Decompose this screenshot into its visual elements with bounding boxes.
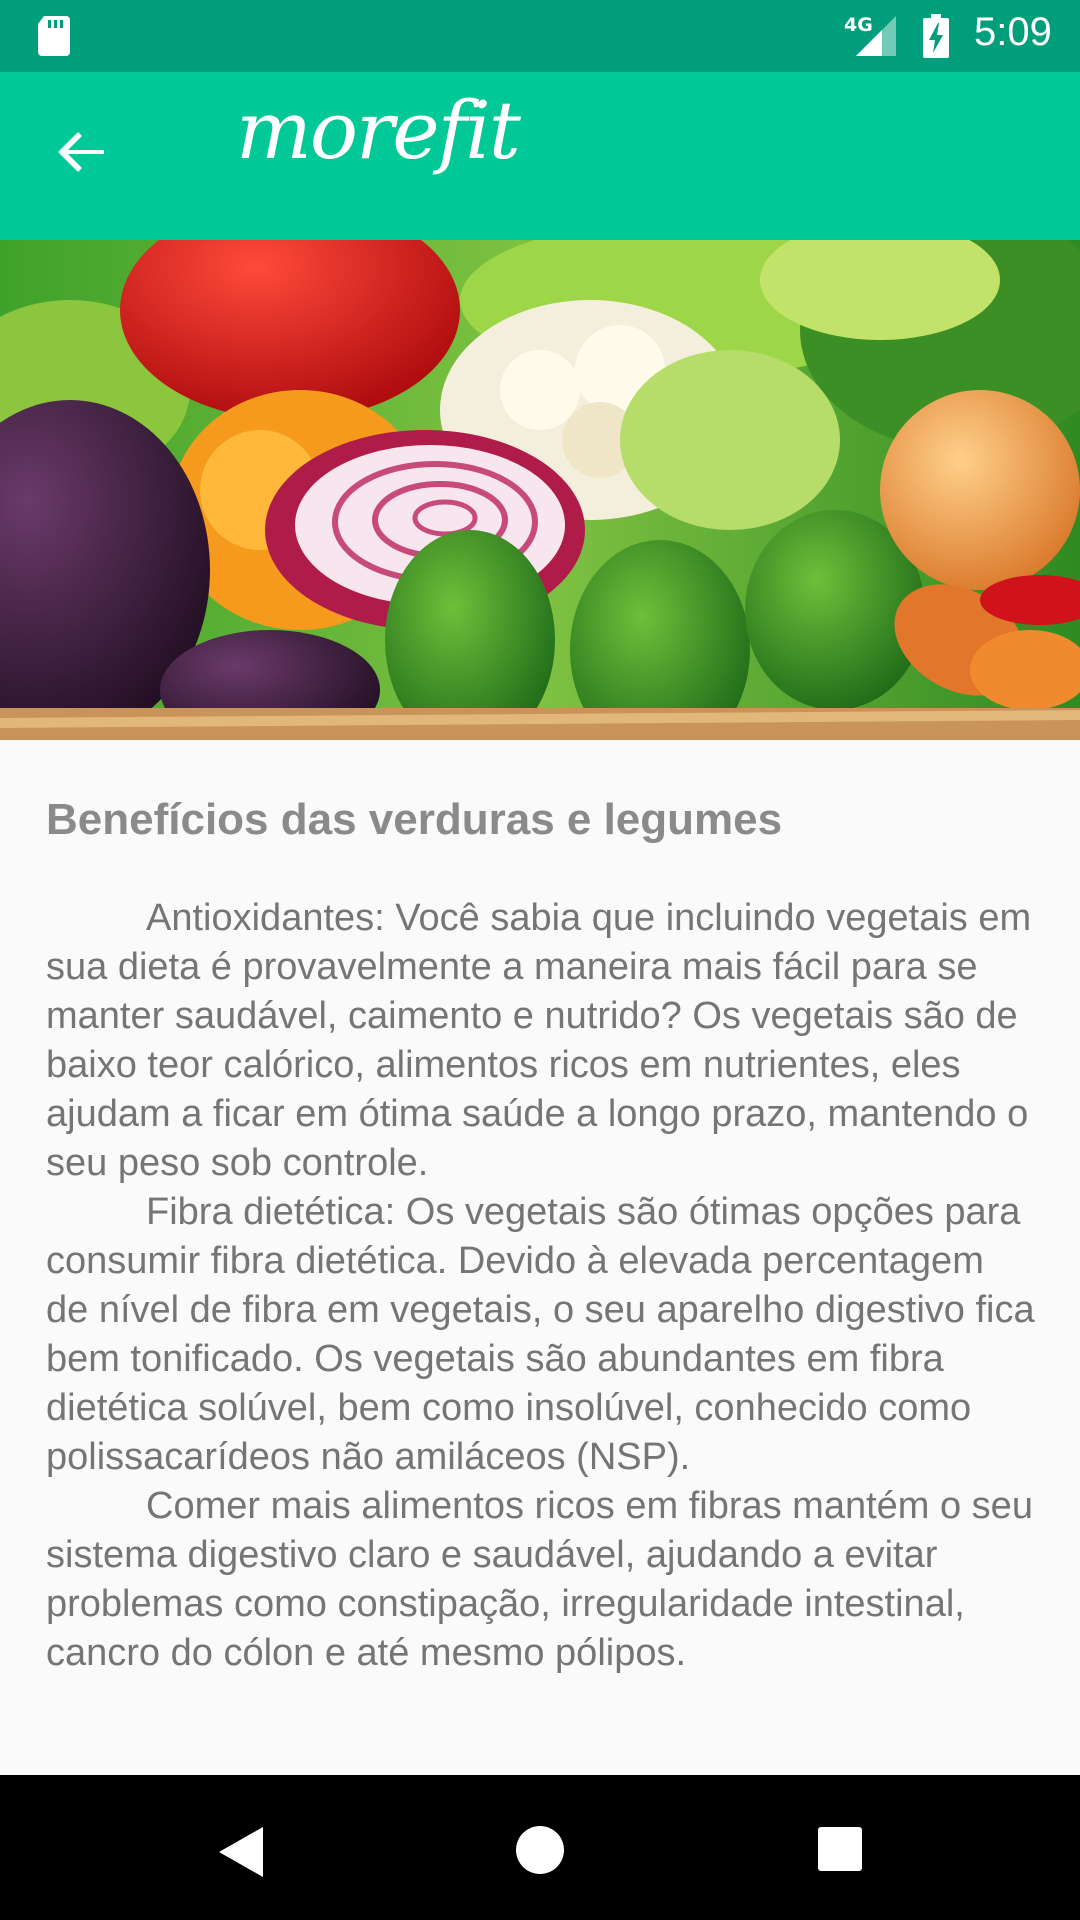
article-paragraph: Fibra dietética: Os vegetais são ótimas … — [46, 1191, 1035, 1478]
article-title: Benefícios das verduras e legumes — [46, 795, 783, 844]
nav-home-icon[interactable] — [515, 1825, 565, 1875]
vegetables-illustration — [0, 240, 1080, 740]
article-paragraph: Comer mais alimentos ricos em fibras man… — [46, 1485, 1033, 1674]
battery-charging-icon — [923, 14, 949, 58]
signal-icon — [856, 16, 896, 56]
arrow-back-icon — [58, 132, 104, 172]
app-bar — [0, 72, 1080, 240]
sd-card-icon — [38, 16, 70, 56]
article-paragraph: Antioxidantes: Você sabia que incluindo … — [46, 897, 1032, 1184]
nav-recents-icon[interactable] — [817, 1826, 863, 1872]
nav-back-icon[interactable] — [215, 1825, 265, 1879]
article: Benefícios das verduras e legumes Antiox… — [46, 740, 1036, 1775]
back-button[interactable] — [44, 112, 124, 192]
status-bar: 4G 5:09 — [0, 0, 1080, 72]
app-logo: morefit — [236, 84, 521, 177]
hero-image — [0, 240, 1080, 740]
article-body: Antioxidantes: Você sabia que incluindo … — [46, 894, 1036, 1678]
clock: 5:09 — [974, 10, 1052, 54]
